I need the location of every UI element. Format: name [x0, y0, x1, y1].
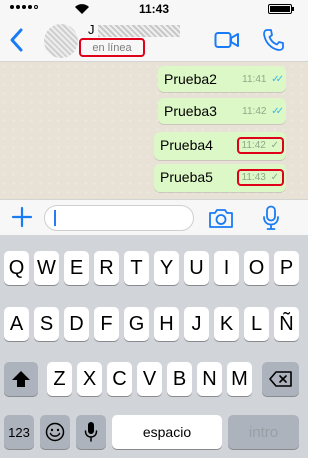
key-p[interactable]: P	[274, 251, 299, 285]
key-h[interactable]: H	[154, 307, 179, 341]
numbers-key[interactable]: 123	[4, 415, 34, 449]
shift-key[interactable]	[4, 362, 38, 396]
key-a[interactable]: A	[4, 307, 29, 341]
contact-name[interactable]: J	[88, 22, 95, 37]
key-l[interactable]: L	[244, 307, 269, 341]
keyboard-top-edge	[0, 235, 308, 241]
key-v[interactable]: V	[137, 362, 162, 396]
key-m[interactable]: M	[227, 362, 252, 396]
text-cursor	[54, 210, 56, 226]
return-key[interactable]: intro	[228, 415, 299, 449]
key-e[interactable]: E	[64, 251, 89, 285]
redacted-contact-name	[98, 25, 180, 37]
key-n[interactable]: N	[197, 362, 222, 396]
message-input[interactable]	[44, 205, 194, 231]
message-bubble[interactable]: Prueba4 11:42 ✓	[154, 132, 286, 160]
message-text: Prueba3	[164, 103, 217, 119]
microphone-icon[interactable]	[262, 205, 280, 231]
key-y[interactable]: Y	[154, 251, 179, 285]
shift-arrow-icon	[12, 371, 30, 387]
read-receipt-icon: ✓✓	[271, 74, 284, 85]
message-meta-highlight: 11:43 ✓	[236, 169, 284, 186]
key-w[interactable]: W	[34, 251, 59, 285]
key-t[interactable]: T	[124, 251, 149, 285]
message-text: Prueba4	[160, 137, 213, 153]
video-camera-icon[interactable]	[214, 30, 240, 50]
message-composer	[0, 199, 308, 235]
presence-status: en línea	[92, 42, 132, 54]
backspace-icon	[268, 371, 292, 387]
phone-icon[interactable]	[262, 28, 284, 52]
message-meta: 11:42 ✓✓	[242, 106, 284, 117]
key-o[interactable]: O	[244, 251, 269, 285]
sent-tick-icon: ✓	[270, 172, 279, 183]
key-g[interactable]: G	[124, 307, 149, 341]
message-text: Prueba2	[164, 71, 217, 87]
message-text: Prueba5	[160, 169, 213, 185]
key-q[interactable]: Q	[4, 251, 29, 285]
key-x[interactable]: X	[77, 362, 102, 396]
key-b[interactable]: B	[167, 362, 192, 396]
message-meta-highlight: 11:42 ✓	[236, 137, 284, 154]
key-enye[interactable]: Ñ	[274, 307, 299, 341]
message-bubble[interactable]: Prueba3 11:42 ✓✓	[158, 98, 286, 124]
presence-highlight: en línea	[79, 38, 145, 57]
emoji-key[interactable]	[40, 415, 70, 449]
message-time: 11:42	[242, 106, 267, 117]
whatsapp-chat-screen: 11:43 J en línea Prueba2 11:41 ✓✓ Prueba…	[0, 0, 308, 458]
camera-icon[interactable]	[208, 207, 234, 229]
key-u[interactable]: U	[184, 251, 209, 285]
chevron-left-icon[interactable]	[6, 26, 28, 54]
dictation-key[interactable]	[76, 415, 106, 449]
key-z[interactable]: Z	[47, 362, 72, 396]
status-time: 11:43	[138, 2, 170, 16]
microphone-icon	[84, 422, 98, 442]
space-key[interactable]: espacio	[112, 415, 222, 449]
key-f[interactable]: F	[94, 307, 119, 341]
sent-tick-icon: ✓	[270, 140, 279, 151]
message-bubble[interactable]: Prueba2 11:41 ✓✓	[158, 66, 286, 92]
status-bar: 11:43	[0, 0, 308, 18]
read-receipt-icon: ✓✓	[271, 106, 284, 117]
key-r[interactable]: R	[94, 251, 119, 285]
message-list: Prueba2 11:41 ✓✓ Prueba3 11:42 ✓✓ Prueba…	[0, 62, 308, 199]
key-s[interactable]: S	[34, 307, 59, 341]
keyboard: Q W E R T Y U I O P A S D F G H J K L Ñ …	[0, 235, 308, 458]
avatar[interactable]	[44, 24, 78, 58]
message-time: 11:41	[242, 74, 267, 85]
chat-header: J en línea	[0, 18, 308, 62]
delete-key[interactable]	[262, 362, 299, 396]
message-bubble[interactable]: Prueba5 11:43 ✓	[154, 164, 286, 192]
key-i[interactable]: I	[214, 251, 239, 285]
key-k[interactable]: K	[214, 307, 239, 341]
emoji-icon	[45, 422, 65, 442]
key-j[interactable]: J	[184, 307, 209, 341]
message-meta: 11:41 ✓✓	[242, 74, 284, 85]
battery-icon	[268, 4, 294, 14]
key-d[interactable]: D	[64, 307, 89, 341]
plus-icon[interactable]	[10, 205, 34, 229]
key-c[interactable]: C	[107, 362, 132, 396]
message-time: 11:42	[241, 140, 266, 151]
message-time: 11:43	[241, 172, 266, 183]
